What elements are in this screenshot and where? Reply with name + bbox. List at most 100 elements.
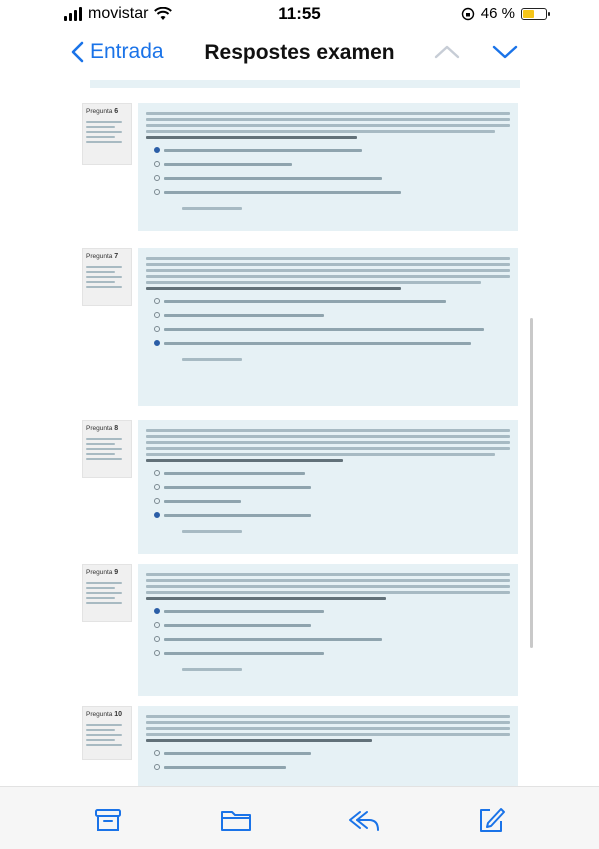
answer-option[interactable] [154, 298, 510, 304]
question-number: Pregunta 10 [86, 710, 128, 721]
radio-empty-icon[interactable] [154, 470, 160, 476]
info-text-line [86, 275, 122, 278]
option-text-line [164, 471, 305, 475]
info-text-line [86, 743, 122, 746]
question-text-line [146, 459, 343, 462]
option-text-line [164, 176, 382, 180]
answer-option[interactable] [154, 175, 510, 181]
question-label: Pregunta [86, 108, 115, 115]
answer-option[interactable] [154, 340, 510, 346]
option-text-line [164, 327, 484, 331]
option-text-line [164, 299, 446, 303]
info-text-line [86, 591, 122, 594]
question-text-line [146, 585, 510, 588]
option-text-line [164, 313, 324, 317]
question-text-line [146, 112, 510, 115]
question-text-line [146, 733, 510, 736]
question-text-line [146, 739, 372, 742]
question-number-value: 10 [114, 711, 122, 718]
info-text-line [86, 125, 116, 128]
reply-icon[interactable] [347, 805, 381, 835]
scrollbar[interactable] [530, 318, 533, 648]
question-text-line [146, 573, 510, 576]
answer-option[interactable] [154, 312, 510, 318]
clear-selection-link[interactable] [182, 530, 242, 533]
question-card [138, 103, 518, 231]
answer-option[interactable] [154, 498, 510, 504]
answer-option[interactable] [154, 326, 510, 332]
option-text-line [164, 765, 286, 769]
chevron-down-icon[interactable] [491, 38, 519, 66]
radio-empty-icon[interactable] [154, 498, 160, 504]
compose-icon[interactable] [476, 805, 506, 835]
info-text-line [86, 457, 122, 460]
clear-selection-link[interactable] [182, 668, 242, 671]
radio-empty-icon[interactable] [154, 175, 160, 181]
question-text-line [146, 118, 510, 121]
answer-option[interactable] [154, 470, 510, 476]
clear-selection-link[interactable] [182, 207, 242, 210]
question-text-line [146, 447, 510, 450]
answer-option[interactable] [154, 147, 510, 153]
nav-bar: Entrada Respostes examen [0, 30, 599, 80]
radio-empty-icon[interactable] [154, 298, 160, 304]
folder-icon[interactable] [219, 805, 253, 835]
radio-empty-icon[interactable] [154, 161, 160, 167]
answer-option[interactable] [154, 512, 510, 518]
question-info-box: Pregunta 7 [82, 248, 132, 306]
question-number-value: 8 [114, 425, 119, 432]
question-text-line [146, 287, 401, 290]
radio-empty-icon[interactable] [154, 326, 160, 332]
question-card [138, 420, 518, 554]
battery-percent: 46 % [480, 5, 515, 22]
answer-option[interactable] [154, 622, 510, 628]
radio-empty-icon[interactable] [154, 750, 160, 756]
question-text-line [146, 263, 510, 266]
answer-option[interactable] [154, 161, 510, 167]
radio-selected-icon[interactable] [154, 512, 160, 518]
radio-empty-icon[interactable] [154, 189, 160, 195]
question-text-line [146, 257, 510, 260]
question-text-line [146, 727, 510, 730]
info-text-line [86, 586, 116, 589]
question-text-line [146, 435, 510, 438]
answer-option[interactable] [154, 484, 510, 490]
question-text-line [146, 136, 358, 139]
option-text-line [164, 609, 324, 613]
answer-option[interactable] [154, 764, 510, 770]
question-number: Pregunta 8 [86, 424, 128, 435]
info-text-line [86, 733, 122, 736]
info-text-line [86, 285, 122, 288]
radio-empty-icon[interactable] [154, 650, 160, 656]
clear-selection-link[interactable] [182, 358, 242, 361]
radio-empty-icon[interactable] [154, 312, 160, 318]
question-info-box: Pregunta 9 [82, 564, 132, 622]
radio-empty-icon[interactable] [154, 636, 160, 642]
answer-option[interactable] [154, 189, 510, 195]
info-text-line [86, 723, 122, 726]
question-text-line [146, 453, 496, 456]
radio-selected-icon[interactable] [154, 608, 160, 614]
radio-selected-icon[interactable] [154, 340, 160, 346]
archive-icon[interactable] [93, 805, 123, 835]
info-text-line [86, 135, 116, 138]
previous-question-card-edge [90, 80, 520, 88]
info-text-line [86, 265, 122, 268]
answer-option[interactable] [154, 608, 510, 614]
option-text-line [164, 341, 472, 345]
question-label: Pregunta [86, 569, 115, 576]
message-navigation [433, 38, 519, 66]
radio-empty-icon[interactable] [154, 764, 160, 770]
question-text-line [146, 269, 510, 272]
question-info-box: Pregunta 10 [82, 706, 132, 760]
answer-option[interactable] [154, 636, 510, 642]
option-text-line [164, 190, 401, 194]
radio-selected-icon[interactable] [154, 147, 160, 153]
answer-option[interactable] [154, 650, 510, 656]
radio-empty-icon[interactable] [154, 622, 160, 628]
option-text-line [164, 499, 241, 503]
radio-empty-icon[interactable] [154, 484, 160, 490]
answer-option[interactable] [154, 750, 510, 756]
chevron-up-icon[interactable] [433, 38, 461, 66]
attached-exam-image[interactable]: Pregunta 6 Pregunta 7 Pregunta 8 Pregunta 9… [62, 80, 540, 786]
